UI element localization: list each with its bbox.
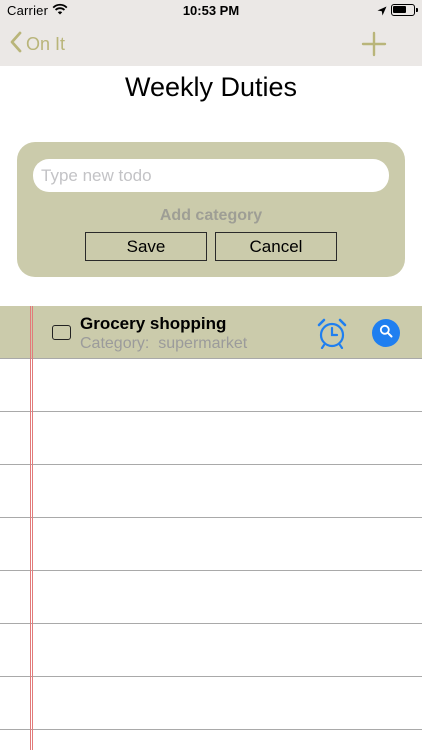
notebook-margin-line <box>30 306 33 750</box>
todo-category: Category: supermarket <box>80 335 248 352</box>
todo-row[interactable]: Grocery shopping Category: supermarket <box>0 306 422 358</box>
page-title: Weekly Duties <box>124 72 298 102</box>
new-todo-input[interactable] <box>33 159 389 192</box>
new-todo-form: Add category Save Cancel <box>17 142 405 277</box>
navigation-bar: On It <box>0 22 422 66</box>
battery-fill <box>393 6 407 13</box>
row-divider <box>0 517 422 518</box>
row-divider <box>0 623 422 624</box>
search-button[interactable] <box>372 319 400 347</box>
row-divider <box>0 676 422 677</box>
add-category-button[interactable]: Add category <box>17 207 405 225</box>
row-divider <box>0 729 422 730</box>
battery-icon <box>391 4 418 16</box>
alarm-button[interactable] <box>316 317 348 350</box>
row-divider <box>0 570 422 571</box>
todo-title: Grocery shopping <box>80 314 227 333</box>
row-divider <box>0 464 422 465</box>
status-bar: Carrier 10:53 PM <box>0 0 422 22</box>
alarm-clock-icon <box>316 318 348 353</box>
status-time: 10:53 PM <box>182 3 240 18</box>
search-icon <box>379 324 393 343</box>
chevron-left-icon <box>10 31 26 58</box>
todo-checkbox[interactable] <box>52 325 71 340</box>
back-button[interactable]: On It <box>10 30 65 58</box>
add-button[interactable] <box>360 30 388 58</box>
save-button[interactable]: Save <box>85 232 207 261</box>
plus-icon <box>360 31 388 62</box>
row-divider <box>0 358 422 359</box>
row-divider <box>0 411 422 412</box>
cancel-button[interactable]: Cancel <box>215 232 337 261</box>
location-arrow-icon <box>377 4 387 19</box>
todo-list[interactable] <box>0 306 422 750</box>
back-button-label: On It <box>26 33 66 54</box>
